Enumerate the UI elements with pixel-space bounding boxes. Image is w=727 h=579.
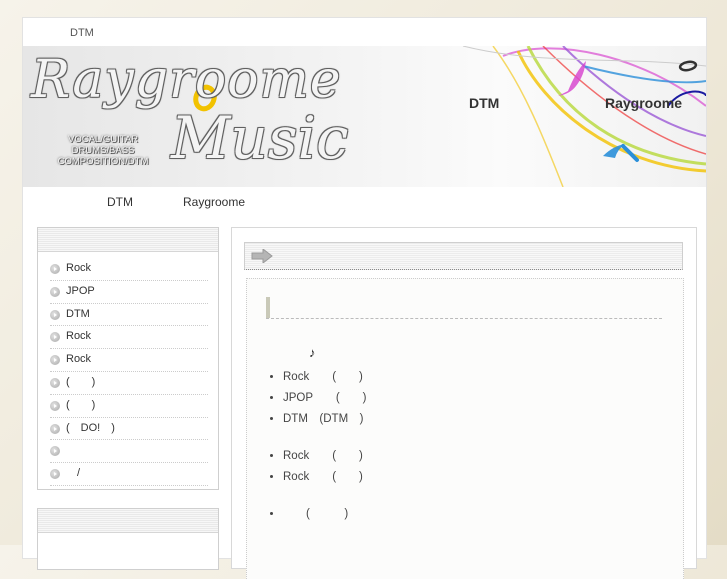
circle-arrow-icon bbox=[50, 423, 60, 434]
content-list-2: Rock ( ) Rock ( ) bbox=[269, 446, 363, 488]
content-header bbox=[244, 242, 683, 270]
list-item: ( ) bbox=[283, 504, 348, 525]
circle-arrow-icon bbox=[50, 446, 60, 457]
header-banner: Raygroome Music VOCAL/GUITAR DRUMS/BASS … bbox=[23, 46, 706, 187]
top-link-dtm[interactable]: DTM bbox=[70, 27, 94, 39]
list-item: JPOP ( ) bbox=[283, 388, 367, 409]
circle-arrow-icon bbox=[50, 332, 60, 343]
arrow-right-icon bbox=[251, 249, 273, 263]
list-item: Rock ( ) bbox=[283, 446, 363, 467]
sidebar-item[interactable]: Rock bbox=[50, 349, 208, 372]
sidebar-header-2 bbox=[38, 509, 218, 533]
circle-arrow-icon bbox=[50, 377, 60, 388]
subtitle-marker bbox=[266, 297, 270, 318]
top-bar: DTM bbox=[23, 18, 706, 46]
content-subtitle bbox=[266, 297, 662, 319]
circle-arrow-icon bbox=[50, 309, 60, 320]
page-container: DTM Raygroome Music VOCAL/GUITAR DRUMS/B… bbox=[22, 17, 707, 579]
sidebar-item[interactable]: Rock bbox=[50, 326, 208, 350]
sidebar-menu: Rock JPOP DTM Rock Rock ( ) ( ) ( DO! ) … bbox=[37, 227, 219, 490]
circle-arrow-icon bbox=[50, 264, 60, 274]
content-list-3: ( ) bbox=[269, 504, 348, 525]
circle-arrow-icon bbox=[50, 355, 60, 366]
sidebar-item[interactable]: ( ) bbox=[50, 372, 208, 395]
sidebar-list: Rock JPOP DTM Rock Rock ( ) ( ) ( DO! ) … bbox=[38, 252, 218, 492]
sidebar-item[interactable] bbox=[50, 440, 208, 464]
sidebar-item[interactable]: ( ) bbox=[50, 395, 208, 418]
logo-line2: Music bbox=[171, 104, 349, 172]
list-item: Rock ( ) bbox=[283, 367, 367, 388]
banner-nav-raygroome[interactable]: Raygroome bbox=[605, 95, 682, 111]
circle-arrow-icon bbox=[50, 400, 60, 411]
logo-line1: Raygroome bbox=[31, 50, 342, 110]
content-body: ♪ Rock ( ) JPOP ( ) DTM (DTM ) Rock ( ) … bbox=[246, 278, 684, 579]
circle-arrow-icon bbox=[50, 469, 60, 480]
list-item: Rock ( ) bbox=[283, 467, 363, 488]
sidebar-item[interactable]: ( DO! ) bbox=[50, 418, 208, 441]
main-nav-raygroome[interactable]: Raygroome bbox=[183, 195, 245, 209]
sidebar-header bbox=[38, 228, 218, 252]
banner-nav-dtm[interactable]: DTM bbox=[469, 95, 499, 111]
list-item: DTM (DTM ) bbox=[283, 409, 367, 430]
sidebar-item[interactable]: / bbox=[50, 463, 208, 486]
sidebar-item[interactable]: JPOP bbox=[50, 281, 208, 304]
main-content-box: ♪ Rock ( ) JPOP ( ) DTM (DTM ) Rock ( ) … bbox=[231, 227, 697, 579]
sidebar-box-2 bbox=[37, 508, 219, 570]
sidebar-item[interactable]: Rock bbox=[50, 258, 208, 281]
circle-arrow-icon bbox=[50, 286, 60, 297]
content-list-1: Rock ( ) JPOP ( ) DTM (DTM ) bbox=[269, 367, 367, 430]
main-nav-dtm[interactable]: DTM bbox=[107, 195, 133, 209]
music-note: ♪ bbox=[309, 345, 316, 360]
logo-subtitle: VOCAL/GUITAR DRUMS/BASS COMPOSITION/DTM bbox=[57, 134, 149, 167]
sidebar-item[interactable]: DTM bbox=[50, 304, 208, 327]
